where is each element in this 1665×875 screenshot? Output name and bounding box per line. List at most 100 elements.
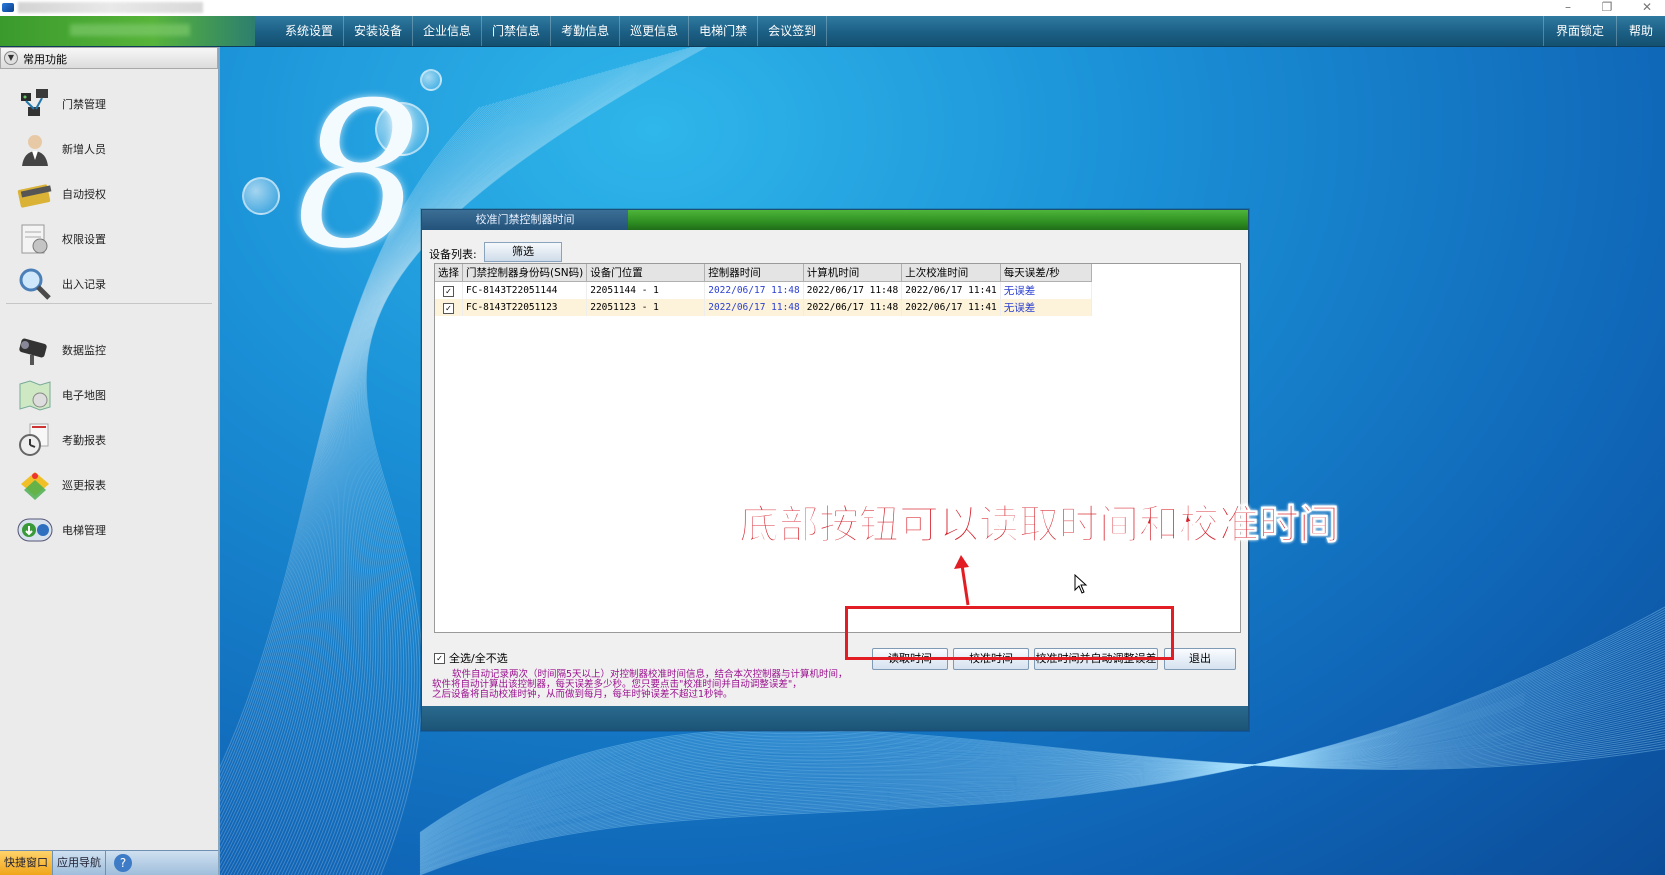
menu-right-items: 界面锁定 帮助 [1542,16,1665,46]
table-header-row: 选择 门禁控制器身份码(SN码) 设备门位置 控制器时间 计算机时间 上次校准时… [435,264,1092,282]
col-sn[interactable]: 门禁控制器身份码(SN码) [462,264,588,282]
note-line: 之后设备将自动校准时钟，从而做到每月，每年时钟误差不超过1秒钟。 [432,689,733,700]
col-door[interactable]: 设备门位置 [586,264,706,282]
menu-lock-ui[interactable]: 界面锁定 [1542,16,1616,46]
sidebar-header-label: 常用功能 [23,53,67,66]
mouse-cursor-icon [1074,574,1088,594]
camera-icon [19,338,47,365]
cell-door: 22051144 - 1 [586,281,706,299]
col-daily-error[interactable]: 每天误差/秒 [1000,264,1092,282]
row-checkbox[interactable]: ✓ [443,302,454,314]
sidebar-item-label: 巡更报表 [62,478,106,492]
sidebar-item-elevator[interactable]: 电梯管理 [0,507,216,552]
menu-meeting-signin[interactable]: 会议签到 [758,16,828,46]
sidebar-list: 门禁管理 新增人员 自动授权 权限设置 出入记录 [0,81,216,306]
bubble-decoration [420,69,442,91]
map-icon [19,379,51,411]
select-all-checkbox[interactable]: ✓ [434,652,445,664]
table-row[interactable]: ✓ FC-8143T22051123 22051123 - 1 2022/06/… [435,299,1092,316]
window-title-bar: – ❐ ✕ [0,0,1665,16]
app-logo-icon [2,3,14,12]
bubble-decoration [242,177,280,215]
sidebar-item-auto-authorize[interactable]: 自动授权 [0,171,216,216]
card-icon [17,183,52,208]
table-row[interactable]: ✓ FC-8143T22051144 22051144 - 1 2022/06/… [435,281,1092,299]
sidebar-list-2: 数据监控 电子地图 考勤报表 巡更报表 电梯管理 [0,327,216,552]
device-table[interactable]: 选择 门禁控制器身份码(SN码) 设备门位置 控制器时间 计算机时间 上次校准时… [434,263,1241,633]
exit-button[interactable]: 退出 [1164,648,1236,670]
sidebar-item-label: 电子地图 [62,388,106,402]
device-list-label: 设备列表: [429,248,477,261]
sidebar-item-e-map[interactable]: 电子地图 [0,372,216,417]
sidebar-item-attendance-report[interactable]: 考勤报表 [0,417,216,462]
restore-button[interactable]: ❐ [1592,0,1622,16]
menu-help[interactable]: 帮助 [1615,16,1665,46]
patrol-icon [21,471,49,500]
permission-icon [21,224,48,253]
collapse-icon[interactable]: ▼ [4,51,18,65]
row-checkbox[interactable]: ✓ [443,285,454,297]
tab-quick-window[interactable]: 快捷窗口 [0,851,53,875]
cell-pc-time: 2022/06/17 11:48 [803,299,903,316]
sidebar-item-add-person[interactable]: 新增人员 [0,126,216,171]
cell-controller-time: 2022/06/17 11:48 [704,299,804,316]
elevator-icon [17,518,53,541]
sidebar-item-data-monitor[interactable]: 数据监控 [0,327,216,372]
sidebar-item-label: 自动授权 [62,187,106,201]
col-select[interactable]: 选择 [435,264,463,282]
sidebar-item-patrol-report[interactable]: 巡更报表 [0,462,216,507]
sidebar-item-permission[interactable]: 权限设置 [0,216,216,261]
tab-app-nav[interactable]: 应用导航 [53,851,106,875]
sidebar: ▼ 常用功能 门禁管理 新增人员 自动授权 权限设置 出入记录 数据监控 电子地… [0,47,220,875]
annotation-arrow-icon [954,555,970,606]
col-pc-time[interactable]: 计算机时间 [803,264,903,282]
dialog-title: 校准门禁控制器时间 [422,210,628,230]
sidebar-header[interactable]: ▼ 常用功能 [0,47,218,69]
select-all-toggle[interactable]: ✓ 全选/全不选 [434,650,508,666]
menu-attendance-info[interactable]: 考勤信息 [551,16,621,46]
cell-sn: FC-8143T22051144 [462,281,588,299]
cell-pc-time: 2022/06/17 11:48 [803,281,903,299]
sidebar-item-label: 考勤报表 [62,433,106,447]
select-all-label: 全选/全不选 [449,652,508,665]
cell-last-calibration: 2022/06/17 11:41 [901,299,1001,316]
sidebar-item-label: 新增人员 [62,142,106,156]
cell-daily-error: 无误差 [1000,299,1092,316]
menu-access-info[interactable]: 门禁信息 [482,16,552,46]
sidebar-item-label: 数据监控 [62,343,106,357]
blurred-window-title [18,2,203,13]
menu-company-info[interactable]: 企业信息 [413,16,483,46]
help-icon[interactable]: ? [114,854,132,872]
magnifier-icon [19,268,51,300]
main-menu-bar: 系统设置 安装设备 企业信息 门禁信息 考勤信息 巡更信息 电梯门禁 会议签到 … [0,16,1665,48]
menu-system-settings[interactable]: 系统设置 [275,16,345,46]
sidebar-item-door-access[interactable]: 门禁管理 [0,81,216,126]
clock-icon [19,423,49,456]
sidebar-item-label: 出入记录 [62,277,106,291]
cell-daily-error: 无误差 [1000,281,1092,299]
cell-door: 22051123 - 1 [586,299,706,316]
close-button[interactable]: ✕ [1632,0,1662,16]
cell-controller-time: 2022/06/17 11:48 [704,281,804,299]
minimize-button[interactable]: – [1553,0,1583,16]
dialog-title-bar: 校准门禁控制器时间 [422,210,1248,230]
col-last-calibration[interactable]: 上次校准时间 [901,264,1001,282]
col-controller-time[interactable]: 控制器时间 [704,264,804,282]
menu-items: 系统设置 安装设备 企业信息 门禁信息 考勤信息 巡更信息 电梯门禁 会议签到 [275,16,828,46]
menu-install-device[interactable]: 安装设备 [344,16,414,46]
sidebar-item-label: 电梯管理 [62,523,106,537]
annotation-text: 底部按钮可以读取时间和校准时间 [739,502,1340,549]
menu-patrol-info[interactable]: 巡更信息 [620,16,690,46]
sidebar-item-access-records[interactable]: 出入记录 [0,261,216,306]
sidebar-item-label: 权限设置 [62,232,106,246]
sidebar-item-label: 门禁管理 [62,97,106,111]
cell-last-calibration: 2022/06/17 11:41 [901,281,1001,299]
filter-button[interactable]: 筛选 [484,242,562,262]
door-access-icon [21,88,48,116]
menu-elevator-access[interactable]: 电梯门禁 [689,16,759,46]
brand-banner [0,16,255,46]
help-notes: 软件自动记录两次（时间隔5天以上）对控制器校准时间信息，结合本次控制器与计算机时… [432,670,902,700]
dialog-bottom-bar [422,706,1248,730]
brand-logo-8: 8 [295,60,423,293]
annotation-highlight-box [845,606,1174,660]
